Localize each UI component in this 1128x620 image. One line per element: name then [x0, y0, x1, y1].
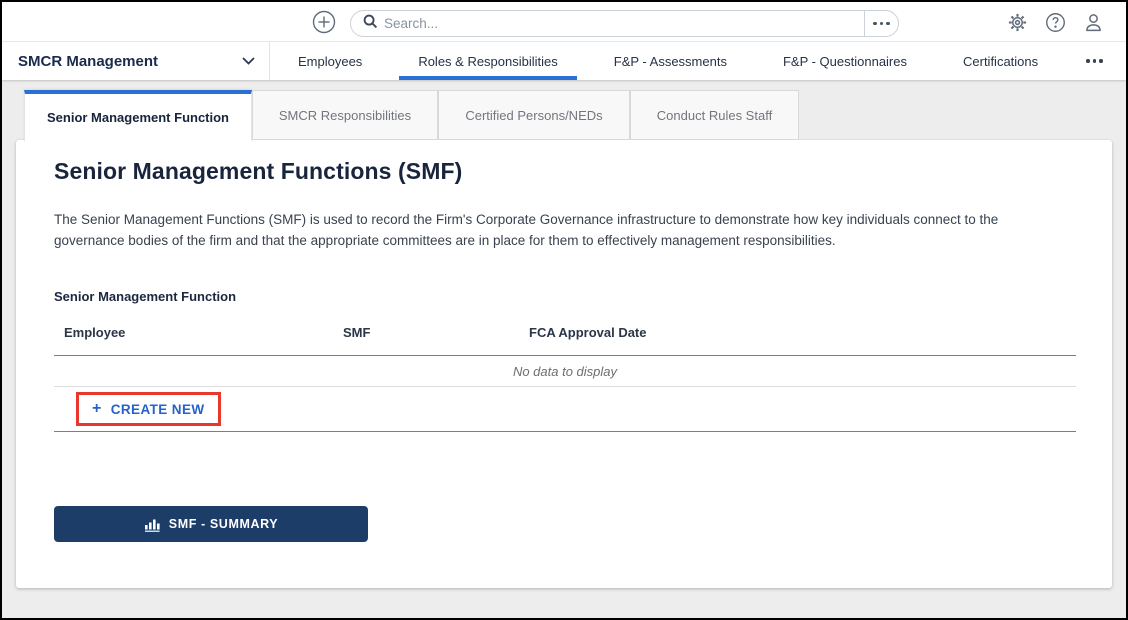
- table-section-label: Senior Management Function: [54, 289, 237, 304]
- sub-tab-row: Senior Management Function SMCR Responsi…: [24, 90, 1112, 141]
- app-window: SMCR Management Employees Roles & Respon…: [0, 0, 1128, 620]
- nav-item-fp-questionnaires[interactable]: F&P - Questionnaires: [755, 42, 935, 80]
- help-button[interactable]: [1045, 12, 1066, 33]
- app-title: SMCR Management: [18, 52, 159, 70]
- column-header-smf: SMF: [343, 325, 371, 340]
- question-circle-icon: [1045, 12, 1066, 33]
- search-options-button[interactable]: [864, 11, 898, 36]
- smf-summary-button[interactable]: SMF - SUMMARY: [54, 506, 368, 542]
- search-icon: [363, 14, 378, 34]
- nav-item-fp-assessments[interactable]: F&P - Assessments: [586, 42, 755, 80]
- nav-items: Employees Roles & Responsibilities F&P -…: [270, 42, 1123, 80]
- top-bar-actions: [1007, 2, 1104, 42]
- search-input[interactable]: [384, 11, 864, 36]
- gear-icon: [1007, 12, 1028, 33]
- table-footer-row: + CREATE NEW: [54, 387, 1076, 432]
- top-bar: [2, 2, 1126, 42]
- table-header-row: Employee SMF FCA Approval Date: [54, 310, 1076, 356]
- annotation-highlight-box: + CREATE NEW: [76, 392, 221, 426]
- app-nav-bar: SMCR Management Employees Roles & Respon…: [2, 42, 1126, 80]
- ellipsis-icon: [1086, 59, 1103, 63]
- nav-more-button[interactable]: [1066, 42, 1123, 80]
- quick-add-button[interactable]: [312, 10, 336, 34]
- create-new-label: CREATE NEW: [110, 401, 205, 417]
- app-switcher[interactable]: SMCR Management: [2, 42, 270, 80]
- page-content: Senior Management Function SMCR Responsi…: [2, 80, 1126, 618]
- nav-item-employees[interactable]: Employees: [270, 42, 390, 80]
- tab-certified-persons-neds[interactable]: Certified Persons/NEDs: [438, 90, 630, 140]
- nav-item-roles-responsibilities[interactable]: Roles & Responsibilities: [390, 42, 585, 80]
- tab-smcr-responsibilities[interactable]: SMCR Responsibilities: [252, 90, 438, 140]
- nav-item-certifications[interactable]: Certifications: [935, 42, 1066, 80]
- page-title: Senior Management Functions (SMF): [54, 158, 463, 184]
- smf-panel: Senior Management Functions (SMF) The Se…: [16, 140, 1112, 588]
- settings-button[interactable]: [1007, 12, 1028, 33]
- tab-senior-management-function[interactable]: Senior Management Function: [24, 90, 252, 141]
- search-bar: [350, 10, 899, 37]
- table-empty-state: No data to display: [54, 356, 1076, 387]
- column-header-employee: Employee: [64, 325, 126, 340]
- smf-summary-label: SMF - SUMMARY: [168, 517, 279, 531]
- column-header-fca-approval-date: FCA Approval Date: [529, 325, 647, 340]
- chevron-down-icon: [242, 57, 255, 65]
- create-new-button[interactable]: + CREATE NEW: [92, 401, 205, 417]
- page-description: The Senior Management Functions (SMF) is…: [54, 212, 999, 248]
- user-icon: [1083, 12, 1104, 33]
- bar-chart-icon: [144, 517, 160, 532]
- smf-table: Employee SMF FCA Approval Date No data t…: [54, 310, 1076, 432]
- plus-icon: +: [92, 400, 102, 417]
- ellipsis-icon: [873, 21, 890, 26]
- plus-circle-icon: [312, 10, 336, 34]
- profile-button[interactable]: [1083, 12, 1104, 33]
- tab-conduct-rules-staff[interactable]: Conduct Rules Staff: [630, 90, 799, 140]
